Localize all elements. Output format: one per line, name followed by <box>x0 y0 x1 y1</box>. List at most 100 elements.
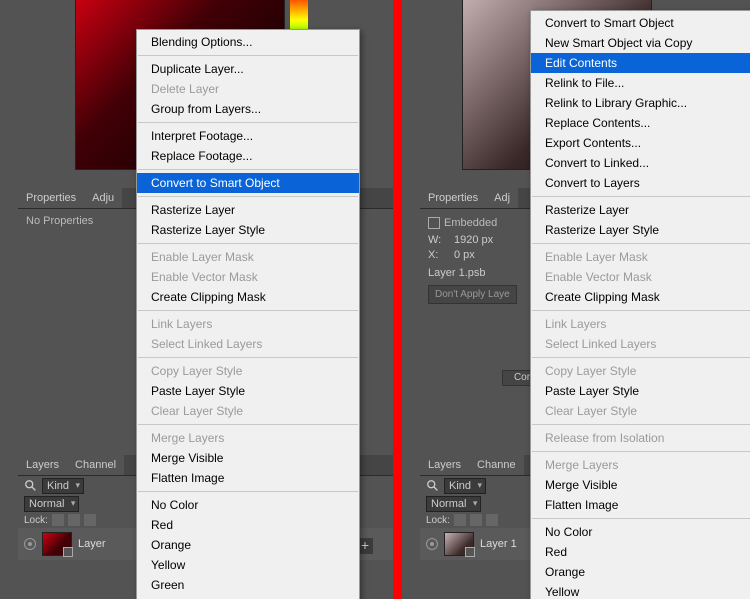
menu-separator <box>532 310 750 311</box>
tab-adjustments[interactable]: Adj <box>486 188 518 208</box>
menu-item[interactable]: Green <box>137 575 359 595</box>
menu-item[interactable]: Create Clipping Mask <box>531 287 750 307</box>
menu-separator <box>532 196 750 197</box>
lock-position-icon[interactable] <box>68 514 80 526</box>
width-label: W: <box>428 234 448 246</box>
menu-item[interactable]: No Color <box>531 522 750 542</box>
lock-pixels-icon[interactable] <box>454 514 466 526</box>
tab-layers[interactable]: Layers <box>18 455 67 475</box>
visibility-icon[interactable] <box>24 538 36 550</box>
menu-item[interactable]: Interpret Footage... <box>137 126 359 146</box>
menu-item[interactable]: Red <box>137 515 359 535</box>
tab-layers[interactable]: Layers <box>420 455 469 475</box>
menu-item[interactable]: New Smart Object via Copy <box>531 33 750 53</box>
menu-item[interactable]: Blue <box>137 595 359 599</box>
lock-pixels-icon[interactable] <box>52 514 64 526</box>
tab-channels[interactable]: Channel <box>67 455 124 475</box>
menu-item: Enable Vector Mask <box>531 267 750 287</box>
embedded-icon <box>428 217 440 229</box>
menu-item[interactable]: Yellow <box>137 555 359 575</box>
menu-item: Enable Vector Mask <box>137 267 359 287</box>
filter-kind-select[interactable]: Kind <box>444 478 486 494</box>
menu-item[interactable]: No Color <box>137 495 359 515</box>
menu-item[interactable]: Merge Visible <box>531 475 750 495</box>
tab-properties[interactable]: Properties <box>420 188 486 208</box>
menu-separator <box>532 243 750 244</box>
search-icon[interactable] <box>426 479 440 493</box>
menu-item[interactable]: Convert to Linked... <box>531 153 750 173</box>
blend-mode-select[interactable]: Normal <box>24 496 79 512</box>
menu-item: Merge Layers <box>531 455 750 475</box>
menu-item[interactable]: Convert to Layers <box>531 173 750 193</box>
menu-item: Merge Layers <box>137 428 359 448</box>
menu-item[interactable]: Create Clipping Mask <box>137 287 359 307</box>
menu-item[interactable]: Edit Contents <box>531 53 750 73</box>
layer-name[interactable]: Layer 1 <box>480 538 517 550</box>
menu-item: Release from Isolation <box>531 428 750 448</box>
menu-separator <box>138 122 358 123</box>
search-icon[interactable] <box>24 479 38 493</box>
menu-separator <box>532 357 750 358</box>
menu-item[interactable]: Blending Options... <box>137 32 359 52</box>
menu-item[interactable]: Replace Contents... <box>531 113 750 133</box>
menu-separator <box>532 424 750 425</box>
layer-name[interactable]: Layer <box>78 538 106 550</box>
width-value[interactable]: 1920 px <box>454 234 493 246</box>
filter-kind-select[interactable]: Kind <box>42 478 84 494</box>
x-value[interactable]: 0 px <box>454 249 475 261</box>
menu-item[interactable]: Rasterize Layer Style <box>137 220 359 240</box>
menu-item[interactable]: Orange <box>531 562 750 582</box>
menu-item[interactable]: Red <box>531 542 750 562</box>
smart-object-badge-icon <box>63 547 73 557</box>
menu-item: Copy Layer Style <box>137 361 359 381</box>
menu-separator <box>138 196 358 197</box>
visibility-icon[interactable] <box>426 538 438 550</box>
lock-all-icon[interactable] <box>84 514 96 526</box>
menu-item[interactable]: Paste Layer Style <box>137 381 359 401</box>
menu-item[interactable]: Rasterize Layer <box>531 200 750 220</box>
lock-label: Lock: <box>426 515 450 526</box>
menu-separator <box>532 451 750 452</box>
menu-item[interactable]: Export Contents... <box>531 133 750 153</box>
menu-item: Select Linked Layers <box>531 334 750 354</box>
x-label: X: <box>428 249 448 261</box>
menu-item: Enable Layer Mask <box>137 247 359 267</box>
menu-item[interactable]: Convert to Smart Object <box>531 13 750 33</box>
menu-item[interactable]: Rasterize Layer <box>137 200 359 220</box>
smart-object-badge-icon <box>465 547 475 557</box>
lock-all-icon[interactable] <box>486 514 498 526</box>
menu-item[interactable]: Duplicate Layer... <box>137 59 359 79</box>
layer-thumbnail[interactable] <box>42 532 72 556</box>
menu-item[interactable]: Paste Layer Style <box>531 381 750 401</box>
lock-label: Lock: <box>24 515 48 526</box>
right-pane: Properties Adj Embedded W: 1920 px X: 0 px… <box>402 0 750 599</box>
embedded-label: Embedded <box>444 217 497 229</box>
dont-apply-button[interactable]: Don't Apply Laye <box>428 285 517 304</box>
menu-item: Select Linked Layers <box>137 334 359 354</box>
menu-item: Clear Layer Style <box>531 401 750 421</box>
menu-item: Link Layers <box>137 314 359 334</box>
tab-adjustments[interactable]: Adju <box>84 188 122 208</box>
menu-item[interactable]: Orange <box>137 535 359 555</box>
layer-thumbnail[interactable] <box>444 532 474 556</box>
menu-item[interactable]: Merge Visible <box>137 448 359 468</box>
comparison-divider <box>393 0 402 599</box>
menu-item[interactable]: Convert to Smart Object <box>137 173 359 193</box>
layer-context-menu: Convert to Smart ObjectNew Smart Object … <box>530 10 750 599</box>
menu-item: Delete Layer <box>137 79 359 99</box>
menu-item[interactable]: Yellow <box>531 582 750 599</box>
menu-item[interactable]: Rasterize Layer Style <box>531 220 750 240</box>
menu-item[interactable]: Relink to Library Graphic... <box>531 93 750 113</box>
menu-item: Link Layers <box>531 314 750 334</box>
left-pane: Properties Adju No Properties Layers Cha… <box>0 0 393 599</box>
tab-channels[interactable]: Channe <box>469 455 524 475</box>
menu-item[interactable]: Group from Layers... <box>137 99 359 119</box>
menu-separator <box>138 357 358 358</box>
lock-position-icon[interactable] <box>470 514 482 526</box>
blend-mode-select[interactable]: Normal <box>426 496 481 512</box>
menu-item[interactable]: Replace Footage... <box>137 146 359 166</box>
tab-properties[interactable]: Properties <box>18 188 84 208</box>
menu-item[interactable]: Flatten Image <box>531 495 750 515</box>
menu-item[interactable]: Flatten Image <box>137 468 359 488</box>
menu-item[interactable]: Relink to File... <box>531 73 750 93</box>
